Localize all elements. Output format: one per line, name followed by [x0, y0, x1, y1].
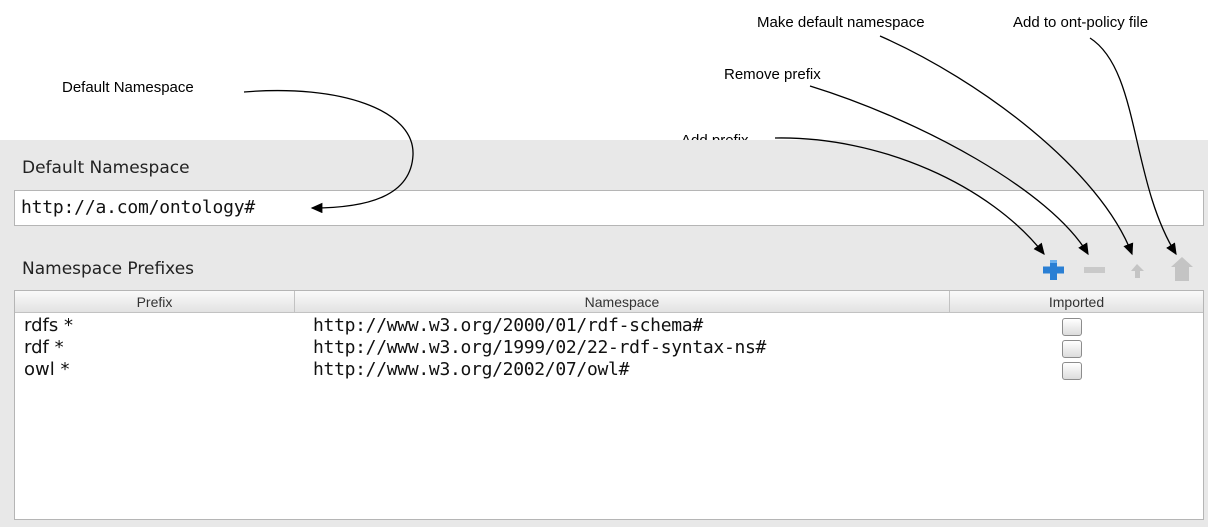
annotation-arrows — [243, 35, 1177, 256]
arrow-add-to-policy — [1089, 37, 1177, 256]
arrow-default-namespace — [243, 89, 414, 214]
arrow-remove-prefix — [809, 85, 1089, 256]
arrow-add-prefix — [774, 137, 1045, 256]
arrow-make-default — [879, 35, 1134, 256]
